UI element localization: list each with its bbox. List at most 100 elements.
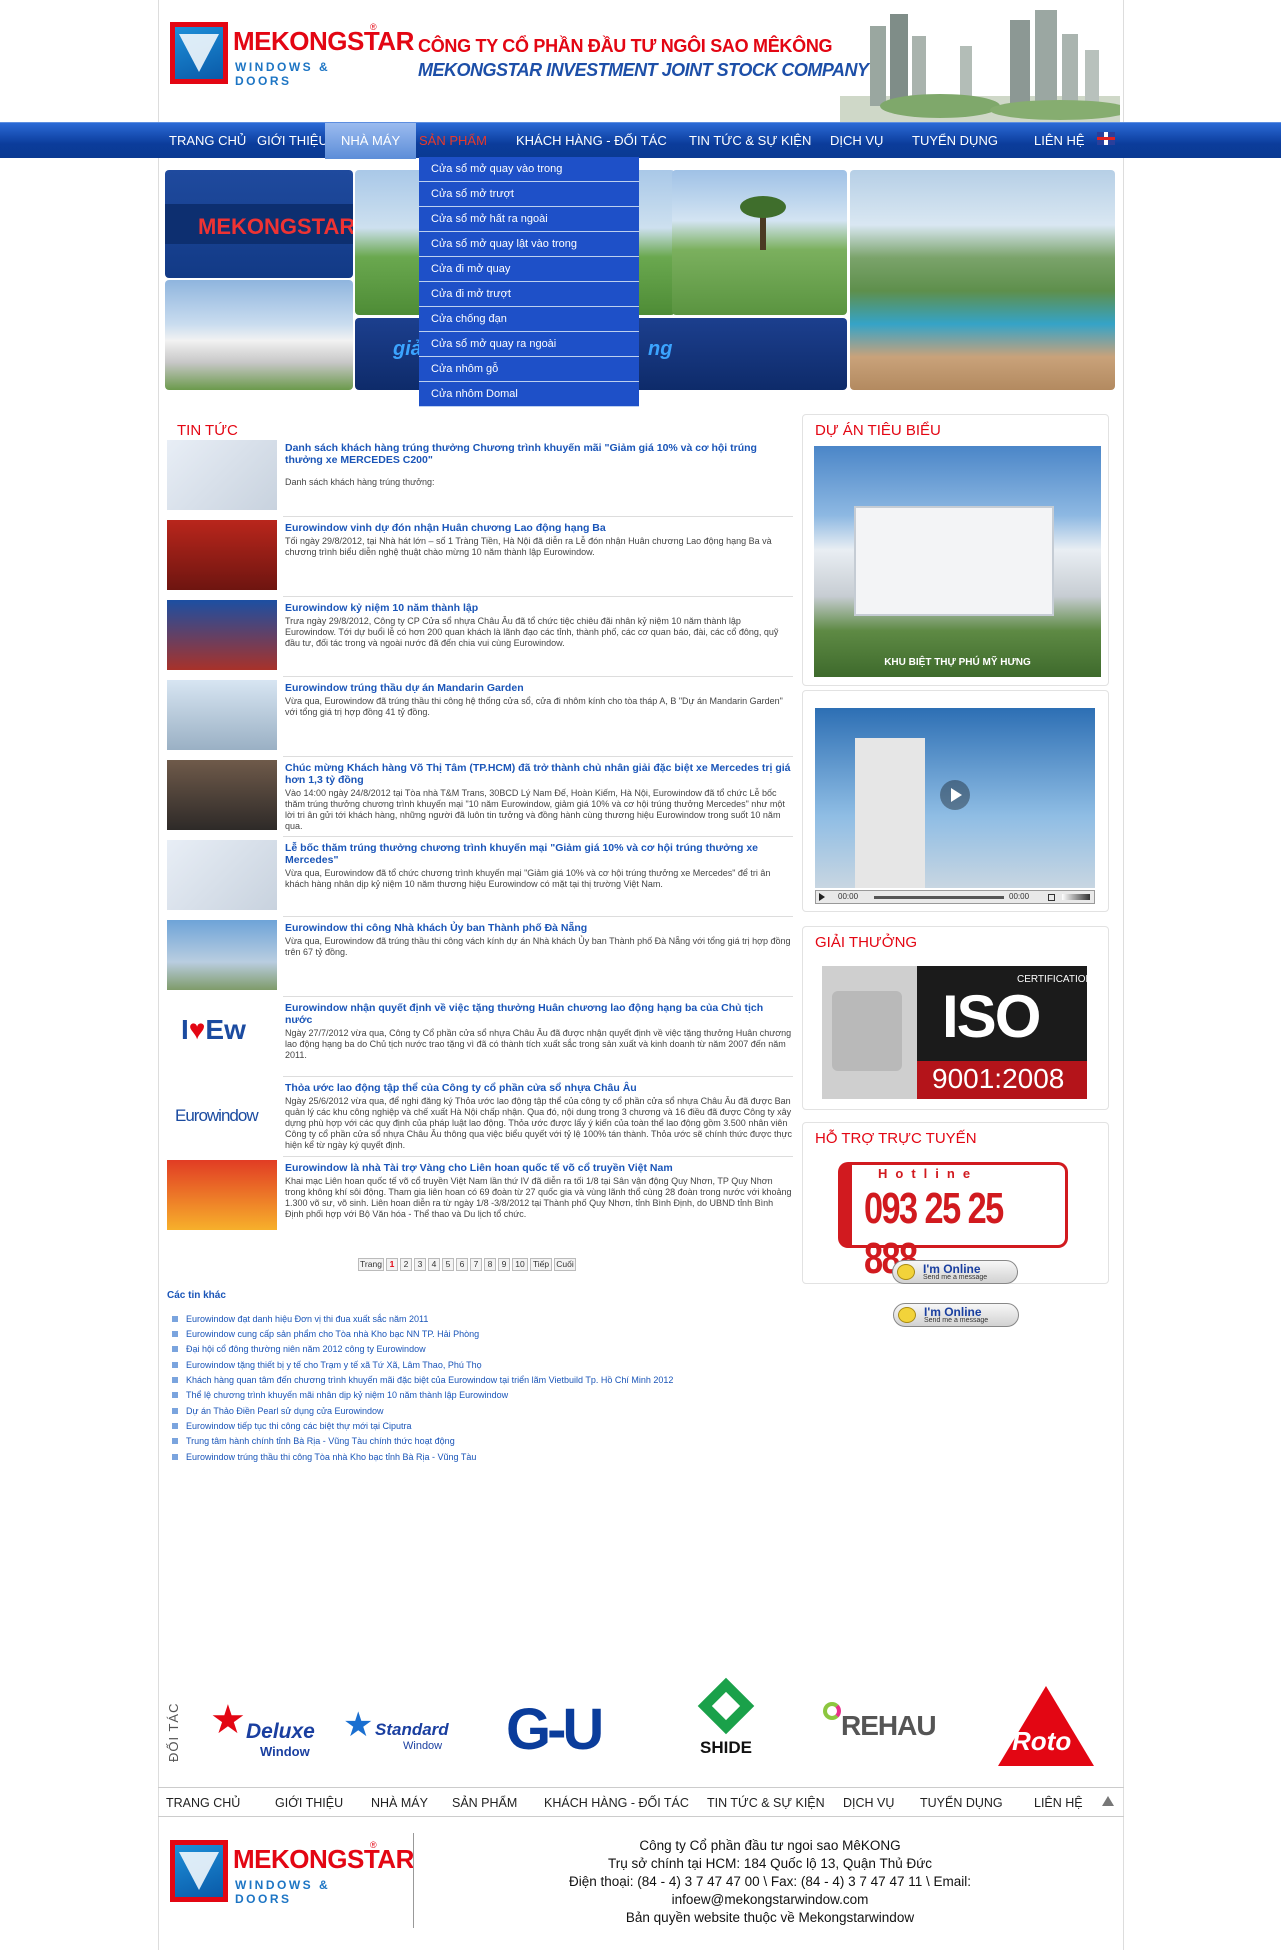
footer-address: Trụ sở chính tại HCM: 184 Quốc lộ 13, Qu… [607, 1856, 933, 1871]
other-news-link[interactable]: Eurowindow đạt danh hiệu Đơn vị thi đua … [172, 1313, 428, 1325]
products-dropdown: Cửa sổ mở quay vào trong Cửa sổ mở trượt… [419, 157, 639, 407]
news-item-title[interactable]: Danh sách khách hàng trúng thưởng Chương… [285, 442, 793, 466]
page-link[interactable]: 10 [512, 1258, 528, 1271]
video-player[interactable] [815, 708, 1095, 888]
dropdown-item[interactable]: Cửa chống đạn [419, 307, 639, 332]
other-news-link[interactable]: Trung tâm hành chính tỉnh Bà Rịa - Vũng … [172, 1435, 455, 1447]
yahoo-online-button[interactable]: I'm Online Send me a message [893, 1303, 1019, 1327]
next-page-link[interactable]: Tiếp [530, 1258, 552, 1271]
dropdown-item[interactable]: Cửa sổ mở quay vào trong [419, 157, 639, 182]
nav-careers[interactable]: TUYỂN DỤNG [912, 123, 998, 159]
video-controls: 00:00 00:00 [815, 890, 1095, 904]
footer-nav-contact[interactable]: LIÊN HỆ [1034, 1788, 1083, 1818]
footer-nav-customers[interactable]: KHÁCH HÀNG - ĐỐI TÁC [544, 1788, 689, 1818]
nav-products[interactable]: SẢN PHẨM [419, 123, 487, 159]
news-thumb[interactable] [167, 600, 277, 670]
dropdown-item[interactable]: Cửa nhôm gỗ [419, 357, 639, 382]
news-item-title[interactable]: Eurowindow kỷ niệm 10 năm thành lập [285, 602, 793, 614]
footer-nav-careers[interactable]: TUYỂN DỤNG [920, 1788, 1003, 1818]
news-thumb[interactable] [167, 760, 277, 830]
news-thumb[interactable] [167, 520, 277, 590]
dropdown-item[interactable]: Cửa sổ mở quay lật vào trong [419, 232, 639, 257]
brand-logo[interactable]: MEKONGSTAR WINDOWS & DOORS ® [170, 22, 414, 88]
page-link[interactable]: 1 [386, 1258, 398, 1271]
news-item-title[interactable]: Eurowindow nhận quyết định về việc tặng … [285, 1002, 793, 1026]
news-item-title[interactable]: Eurowindow trúng thầu dự án Mandarin Gar… [285, 682, 793, 694]
dropdown-item[interactable]: Cửa sổ mở hất ra ngoài [419, 207, 639, 232]
news-item-desc: Khai mạc Liên hoan quốc tế võ cổ truyền … [285, 1176, 792, 1219]
footer-nav-home[interactable]: TRANG CHỦ [166, 1788, 240, 1818]
dropdown-item[interactable]: Cửa sổ mở quay ra ngoài [419, 332, 639, 357]
footer-nav-products[interactable]: SẢN PHẨM [452, 1788, 517, 1818]
news-item-title[interactable]: Chúc mừng Khách hàng Võ Thị Tâm (TP.HCM)… [285, 762, 793, 786]
news-thumb[interactable] [167, 680, 277, 750]
footer-nav-news[interactable]: TIN TỨC & SỰ KIỆN [707, 1788, 825, 1818]
news-item-title[interactable]: Eurowindow vinh dự đón nhận Huân chương … [285, 522, 793, 534]
nav-contact[interactable]: LIÊN HỆ [1034, 123, 1085, 159]
news-thumb[interactable] [167, 440, 277, 510]
partner-logo-deluxe[interactable]: ★ Deluxe Window [206, 1690, 324, 1770]
dropdown-item[interactable]: Cửa đi mở quay [419, 257, 639, 282]
page-link[interactable]: 9 [498, 1258, 510, 1271]
partner-logo-standard[interactable]: ★ Standard Window [343, 1690, 463, 1770]
nav-factory[interactable]: NHÀ MÁY [325, 123, 417, 159]
footer-nav-services[interactable]: DỊCH VỤ [843, 1788, 894, 1818]
news-item-title[interactable]: Thỏa ước lao động tập thể của Công ty cổ… [285, 1082, 793, 1094]
dropdown-item[interactable]: Cửa sổ mở trượt [419, 182, 639, 207]
news-title: TIN TỨC [177, 422, 238, 439]
other-news-link[interactable]: Thể lệ chương trình khuyến mãi nhân dịp … [172, 1389, 508, 1401]
page-link[interactable]: 5 [442, 1258, 454, 1271]
dropdown-item[interactable]: Cửa nhôm Domal [419, 382, 639, 407]
nav-about[interactable]: GIỚI THIỆU [257, 123, 328, 159]
page-link[interactable]: 6 [456, 1258, 468, 1271]
iso-badge-image[interactable]: CERTIFICATION ISO 9001:2008 [822, 966, 1087, 1099]
project-image[interactable]: KHU BIỆT THỰ PHÚ MỸ HƯNG [814, 446, 1101, 677]
volume-icon[interactable] [1062, 894, 1090, 900]
news-item-title[interactable]: Eurowindow là nhà Tài trợ Vàng cho Liên … [285, 1162, 793, 1174]
yahoo-online-button[interactable]: I'm Online Send me a message [892, 1260, 1018, 1284]
nav-services[interactable]: DỊCH VỤ [830, 123, 883, 159]
partner-logo-shide[interactable]: SHIDE [697, 1677, 758, 1772]
fullscreen-icon[interactable] [1048, 894, 1055, 901]
news-thumb[interactable]: I♥Ew [167, 1000, 277, 1070]
partner-logo-gu[interactable]: G-U [506, 1690, 616, 1770]
play-icon[interactable] [940, 780, 970, 810]
last-page-link[interactable]: Cuối [554, 1258, 576, 1271]
news-item-title[interactable]: Lễ bốc thăm trúng thưởng chương trình kh… [285, 842, 793, 866]
banner-brand: MEKONGSTAR [198, 214, 353, 239]
news-thumb[interactable] [167, 840, 277, 910]
other-news-link[interactable]: Eurowindow tiếp tục thi công các biệt th… [172, 1420, 412, 1432]
footer-logo[interactable]: MEKONGSTAR WINDOWS & DOORS ® [170, 1840, 414, 1906]
nav-customers[interactable]: KHÁCH HÀNG - ĐỐI TÁC [516, 123, 667, 159]
back-to-top-icon[interactable] [1102, 1796, 1114, 1806]
footer-nav-about[interactable]: GIỚI THIỆU [275, 1788, 343, 1818]
page-link[interactable]: 4 [428, 1258, 440, 1271]
footer-info: Công ty Cổ phần đầu tư ngoi sao MêKONG T… [470, 1837, 1070, 1927]
star-logo-icon [170, 1840, 228, 1902]
other-news-link[interactable]: Khách hàng quan tâm đến chương trình khu… [172, 1374, 673, 1386]
other-news-link[interactable]: Eurowindow tặng thiết bị y tế cho Trạm y… [172, 1359, 482, 1371]
other-news-link[interactable]: Dự án Thảo Điền Pearl sử dụng cửa Eurowi… [172, 1405, 384, 1417]
other-news-link[interactable]: Eurowindow trúng thầu thi công Tòa nhà K… [172, 1451, 476, 1463]
news-thumb[interactable] [167, 920, 277, 990]
page-link[interactable]: 7 [470, 1258, 482, 1271]
partner-logo-rehau[interactable]: REHAU [823, 1696, 937, 1766]
page-link[interactable]: 2 [400, 1258, 412, 1271]
dropdown-item[interactable]: Cửa đi mở trượt [419, 282, 639, 307]
news-thumb[interactable] [167, 1160, 277, 1230]
seek-bar[interactable] [874, 896, 1004, 899]
divider [283, 596, 793, 597]
footer-nav-factory[interactable]: NHÀ MÁY [371, 1788, 428, 1818]
page-link[interactable]: 3 [414, 1258, 426, 1271]
page-link[interactable]: 8 [484, 1258, 496, 1271]
news-item-title[interactable]: Eurowindow thi công Nhà khách Ủy ban Thà… [285, 922, 793, 934]
hotline-banner[interactable]: Hotline 093 25 25 888 [838, 1162, 1068, 1283]
nav-home[interactable]: TRANG CHỦ [169, 123, 246, 159]
news-thumb[interactable]: Eurowindow [167, 1080, 277, 1150]
partner-logo-roto[interactable]: Roto [992, 1682, 1102, 1772]
other-news-link[interactable]: Eurowindow cung cấp sản phẩm cho Tòa nhà… [172, 1328, 479, 1340]
play-button-icon[interactable] [819, 893, 825, 901]
uk-flag-icon[interactable] [1097, 132, 1115, 145]
nav-news[interactable]: TIN TỨC & SỰ KIỆN [689, 123, 811, 159]
other-news-link[interactable]: Đại hội cổ đông thường niên năm 2012 côn… [172, 1343, 426, 1355]
